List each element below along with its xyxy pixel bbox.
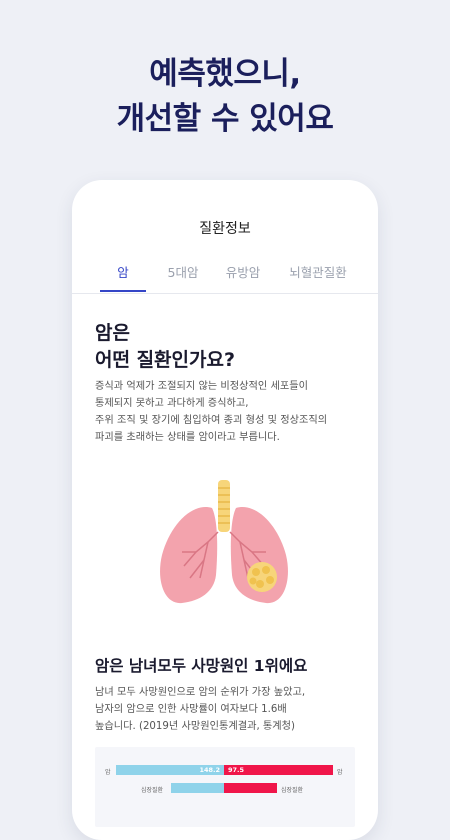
bar-male-cancer: 148.2 bbox=[116, 765, 224, 775]
tab-cerebrovascular[interactable]: 뇌혈관질환 bbox=[278, 262, 358, 281]
row-label-right: 암 bbox=[337, 769, 343, 776]
body-line: 파괴를 초래하는 상태를 암이라고 부릅니다. bbox=[95, 432, 280, 443]
bar-value-male: 148.2 bbox=[199, 766, 220, 774]
body-line: 남자의 암으로 인한 사망률이 여자보다 1.6배 bbox=[95, 704, 287, 715]
row-label-right: 심장질환 bbox=[281, 787, 304, 794]
mortality-chart: 암 148.2 97.5 암 심장질환 심장질환 bbox=[95, 747, 355, 827]
hero-line-1: 예측했으니, bbox=[149, 56, 301, 92]
tab-cancer[interactable]: 암 bbox=[100, 262, 146, 281]
tab-bar: 암 5대암 유방암 뇌혈관질환 bbox=[72, 260, 378, 294]
section-body-statistics: 남녀 모두 사망원인으로 암의 순위가 가장 높았고, 남자의 암으로 인한 사… bbox=[95, 684, 365, 735]
section-title-line-2: 어떤 질환인가요? bbox=[95, 349, 235, 371]
row-label-left: 암 bbox=[105, 769, 111, 776]
bar-female-cancer: 97.5 bbox=[224, 765, 333, 775]
section-title-leading-cause: 암은 남녀모두 사망원인 1위에요 bbox=[95, 657, 308, 675]
bar-male-heart bbox=[171, 783, 224, 793]
body-line: 남녀 모두 사망원인으로 암의 순위가 가장 높았고, bbox=[95, 687, 306, 698]
tab-five-major-cancers[interactable]: 5대암 bbox=[158, 262, 208, 281]
section-title-line-1: 암은 bbox=[95, 322, 130, 344]
tumor-icon bbox=[247, 562, 277, 592]
active-tab-indicator bbox=[100, 290, 146, 292]
bar-female-heart bbox=[224, 783, 277, 793]
section-body-definition: 증식과 억제가 조절되지 않는 비정상적인 세포들이 통제되지 못하고 과다하게… bbox=[95, 378, 365, 446]
chart-row-cancer: 암 148.2 97.5 암 bbox=[95, 765, 355, 777]
body-line: 주위 조직 및 장기에 침입하여 종괴 형성 및 정상조직의 bbox=[95, 415, 328, 426]
section-title-what-is-cancer: 암은 어떤 질환인가요? bbox=[95, 320, 365, 374]
hero-headline: 예측했으니, 개선할 수 있어요 bbox=[0, 52, 450, 142]
tab-breast-cancer[interactable]: 유방암 bbox=[218, 262, 268, 281]
bar-value-female: 97.5 bbox=[228, 766, 245, 774]
body-line: 증식과 억제가 조절되지 않는 비정상적인 세포들이 bbox=[95, 381, 309, 392]
screen-title: 질환정보 bbox=[199, 221, 251, 237]
trachea-icon bbox=[218, 480, 230, 532]
body-line: 높습니다. (2019년 사망원인통계결과, 통계청) bbox=[95, 721, 296, 732]
row-label-left: 심장질환 bbox=[141, 787, 164, 794]
phone-screen: 질환정보 암 5대암 유방암 뇌혈관질환 암은 어떤 질환인가요? 증식과 억제… bbox=[72, 180, 378, 840]
lung-illustration bbox=[152, 480, 302, 610]
hero-line-2: 개선할 수 있어요 bbox=[116, 101, 334, 137]
tab-divider bbox=[72, 293, 378, 294]
body-line: 통제되지 못하고 과다하게 증식하고, bbox=[95, 398, 249, 409]
chart-row-heart-disease: 심장질환 심장질환 bbox=[95, 783, 355, 795]
